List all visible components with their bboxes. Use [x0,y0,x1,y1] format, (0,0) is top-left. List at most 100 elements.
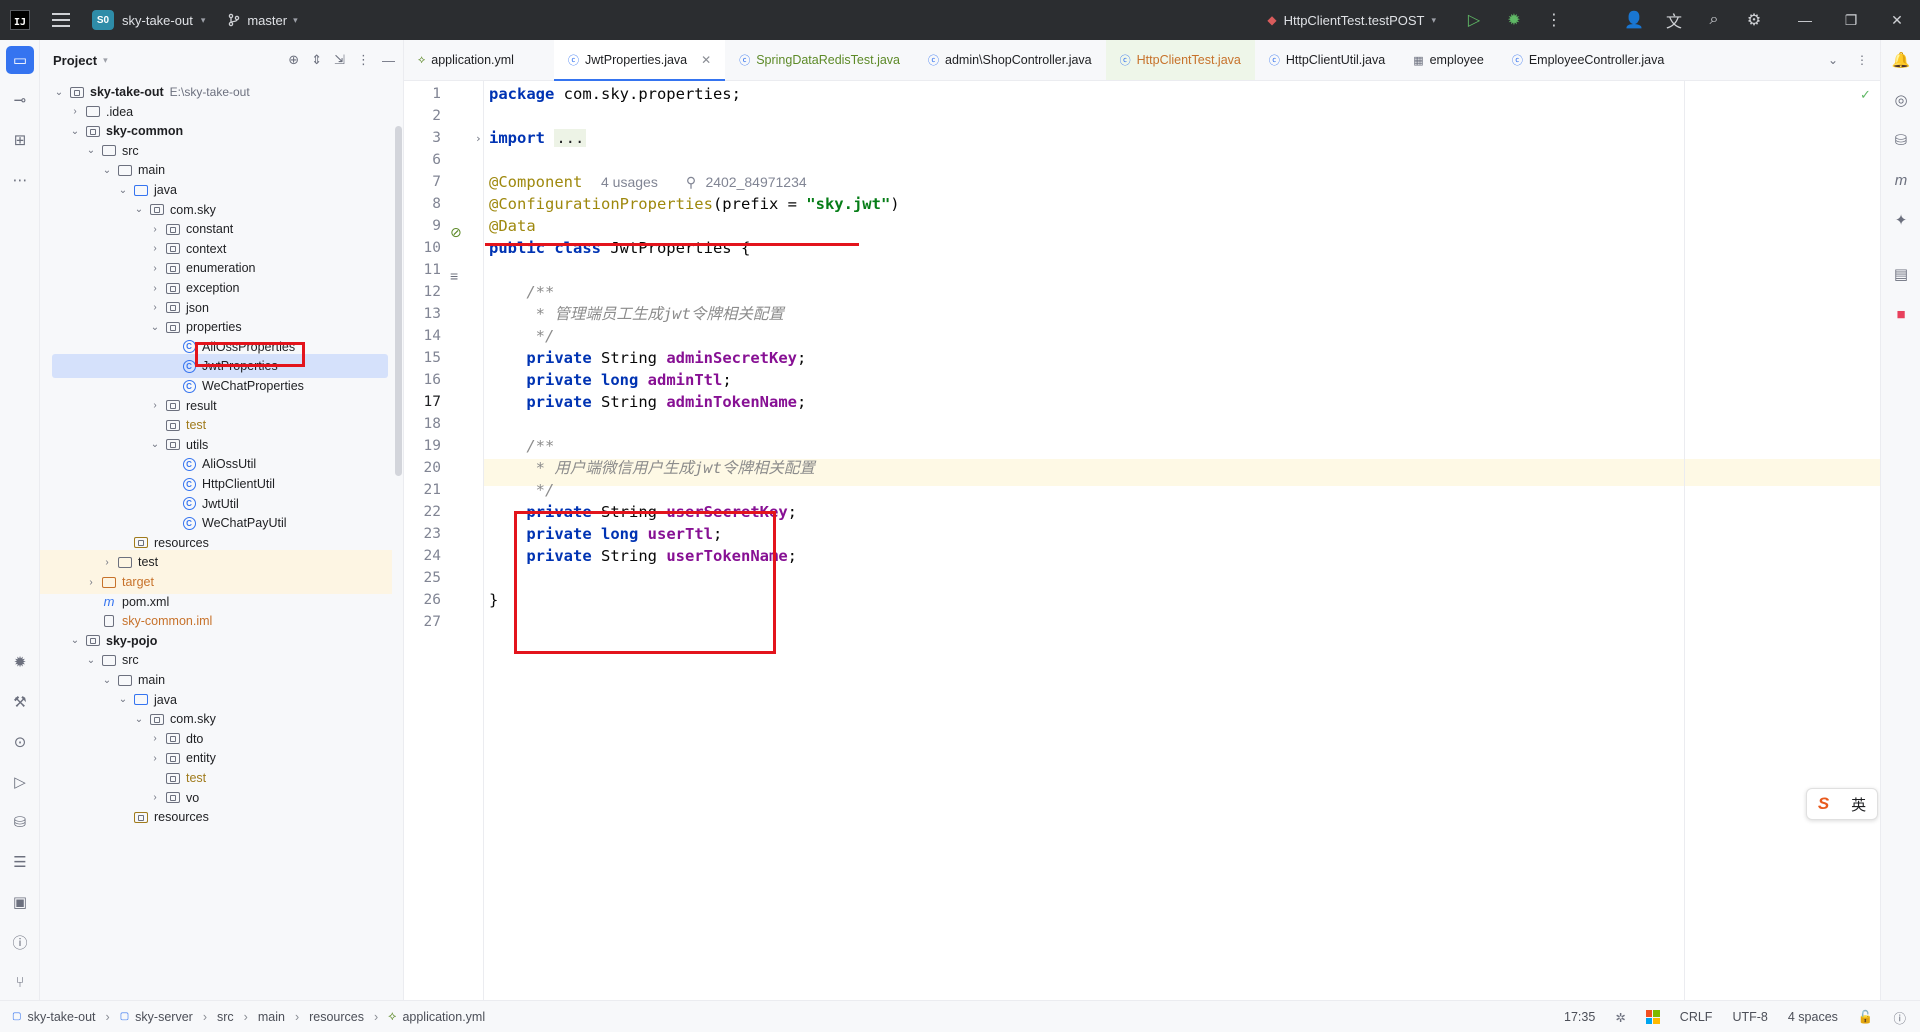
fold-arrow-icon[interactable]: › [475,125,482,152]
document-icon[interactable]: ▤ [1887,260,1915,288]
editor-tab[interactable]: ⓒ JwtProperties.java ✕ [554,40,726,81]
collapse-arrow-icon[interactable]: › [148,753,162,764]
cursor-position[interactable]: 17:35 [1564,1010,1595,1024]
services-tool-icon[interactable]: ⊙ [6,728,34,756]
tabs-dropdown-icon[interactable]: ⌄ [1828,53,1838,67]
indent-setting[interactable]: 4 spaces [1788,1010,1838,1024]
settings-gear-icon[interactable]: ⚙ [1734,0,1774,40]
breadcrumb-item[interactable]: main [258,1010,285,1024]
breadcrumb-item[interactable]: sky-take-out [27,1010,95,1024]
expand-arrow-icon[interactable]: ⌄ [84,655,98,666]
expand-arrow-icon[interactable]: ⌄ [84,145,98,156]
editor-tab[interactable]: ⓒ EmployeeController.java [1498,40,1679,80]
collapse-arrow-icon[interactable]: › [100,557,114,568]
more-actions-icon[interactable]: ⋮ [1534,0,1574,40]
editor-tab[interactable]: ⓒ SpringDataRedisTest.java [725,40,914,80]
tree-item[interactable]: resources [40,805,392,829]
collapse-arrow-icon[interactable]: › [148,243,162,254]
editor-tab[interactable]: ⟡ application.yml [404,40,554,80]
tabs-options-icon[interactable]: ⋮ [1856,53,1868,67]
add-user-icon[interactable]: 👤 [1614,0,1654,40]
breadcrumb-item[interactable]: application.yml [402,1010,485,1024]
maven-icon[interactable]: m [1887,166,1915,194]
structure-tool-icon[interactable]: ⊞ [6,126,34,154]
run-config-selector[interactable]: ◆ HttpClientTest.testPOST ▾ [1267,13,1436,28]
translate-icon[interactable]: 文 [1654,0,1694,40]
help-icon[interactable]: ⓘ [1893,1008,1906,1027]
minimize-window-icon[interactable]: — [1782,0,1828,40]
vcs-branch-widget[interactable]: master ▾ [227,13,298,28]
editor-tab[interactable]: ⓒ HttpClientTest.java [1105,40,1255,80]
author-hint[interactable]: 2402_84971234 [705,174,806,190]
project-tool-icon[interactable]: ▭ [6,46,34,74]
expand-all-icon[interactable]: ⇕ [311,52,322,68]
commit-tool-icon[interactable]: ⊸ [6,86,34,114]
debug-tool-icon[interactable]: ✹ [6,648,34,676]
collapse-arrow-icon[interactable]: › [148,224,162,235]
main-menu-icon[interactable] [52,13,70,27]
intellij-logo-icon[interactable]: IJ [10,10,30,30]
no-problems-check-icon[interactable]: ✓ [1860,87,1871,103]
debug-icon[interactable]: ✹ [1494,0,1534,40]
expand-arrow-icon[interactable]: ⌄ [148,322,162,333]
expand-arrow-icon[interactable]: ⌄ [100,675,114,686]
collapse-arrow-icon[interactable]: › [148,283,162,294]
expand-arrow-icon[interactable]: ⌄ [116,694,130,705]
ime-indicator[interactable]: S 英 [1806,788,1878,820]
plugin-red-icon[interactable]: ■ [1887,300,1915,328]
doc-comment-gutter-icon[interactable]: ≡ [450,268,458,284]
search-icon[interactable]: ⌕ [1694,0,1734,40]
close-window-icon[interactable]: ✕ [1874,0,1920,40]
notifications-icon[interactable]: 🔔 [1887,46,1915,74]
todo-tool-icon[interactable]: ☰ [6,848,34,876]
editor-tab[interactable]: ⓒ HttpClientUtil.java [1255,40,1399,80]
collapse-arrow-icon[interactable]: › [68,106,82,117]
problems-tool-icon[interactable]: ⓘ [6,928,34,956]
expand-arrow-icon[interactable]: ⌄ [148,439,162,450]
expand-arrow-icon[interactable]: ⌄ [100,165,114,176]
breadcrumb-item[interactable]: src [217,1010,234,1024]
options-icon[interactable]: ⋮ [357,52,370,68]
run-tool-icon[interactable]: ▷ [6,768,34,796]
file-encoding[interactable]: UTF-8 [1732,1010,1767,1024]
spring-bean-gutter-icon[interactable]: ⊘ [450,224,462,241]
line-separator[interactable]: CRLF [1680,1010,1713,1024]
terminal-tool-icon[interactable]: ▣ [6,888,34,916]
expand-arrow-icon[interactable]: ⌄ [132,714,146,725]
editor-tab[interactable]: ▦ employee [1399,40,1498,80]
expand-arrow-icon[interactable]: ⌄ [68,126,82,137]
collapse-arrow-icon[interactable]: › [84,577,98,588]
more-tools-icon[interactable]: ⋯ [6,166,34,194]
editor-tab[interactable]: ⓒ admin\ShopController.java [914,40,1106,80]
ai-assistant-icon[interactable]: ◎ [1887,86,1915,114]
run-icon[interactable]: ▷ [1454,0,1494,40]
expand-arrow-icon[interactable]: ⌄ [116,185,130,196]
breadcrumb-item[interactable]: resources [309,1010,364,1024]
project-tree-scrollbar[interactable] [395,126,402,476]
plugin-icon[interactable]: ✦ [1887,206,1915,234]
folded-imports[interactable]: ... [554,129,587,147]
project-switcher[interactable]: S0 sky-take-out ▾ [92,10,205,30]
select-opened-file-icon[interactable]: ⊕ [288,52,299,68]
ai-status-icon[interactable]: ✲ [1615,1010,1625,1025]
database-tool-icon[interactable]: ⛁ [6,808,34,836]
collapse-arrow-icon[interactable]: › [148,302,162,313]
close-tab-icon[interactable]: ✕ [701,53,711,67]
line-number[interactable]: 27 [405,609,441,636]
hide-panel-icon[interactable]: — [382,53,395,68]
restore-window-icon[interactable]: ❐ [1828,0,1874,40]
git-tool-icon[interactable]: ⑂ [6,968,34,996]
collapse-all-icon[interactable]: ⇲ [334,52,345,68]
collapse-arrow-icon[interactable]: › [148,733,162,744]
usages-hint[interactable]: 4 usages [601,174,658,190]
breadcrumb-item[interactable]: sky-server [135,1010,193,1024]
build-tool-icon[interactable]: ⚒ [6,688,34,716]
collapse-arrow-icon[interactable]: › [148,792,162,803]
database-icon[interactable]: ⛁ [1887,126,1915,154]
collapse-arrow-icon[interactable]: › [148,400,162,411]
collapse-arrow-icon[interactable]: › [148,263,162,274]
expand-arrow-icon[interactable]: ⌄ [52,87,66,98]
expand-arrow-icon[interactable]: ⌄ [132,204,146,215]
lock-icon[interactable]: 🔓 [1858,1010,1874,1025]
expand-arrow-icon[interactable]: ⌄ [68,635,82,646]
